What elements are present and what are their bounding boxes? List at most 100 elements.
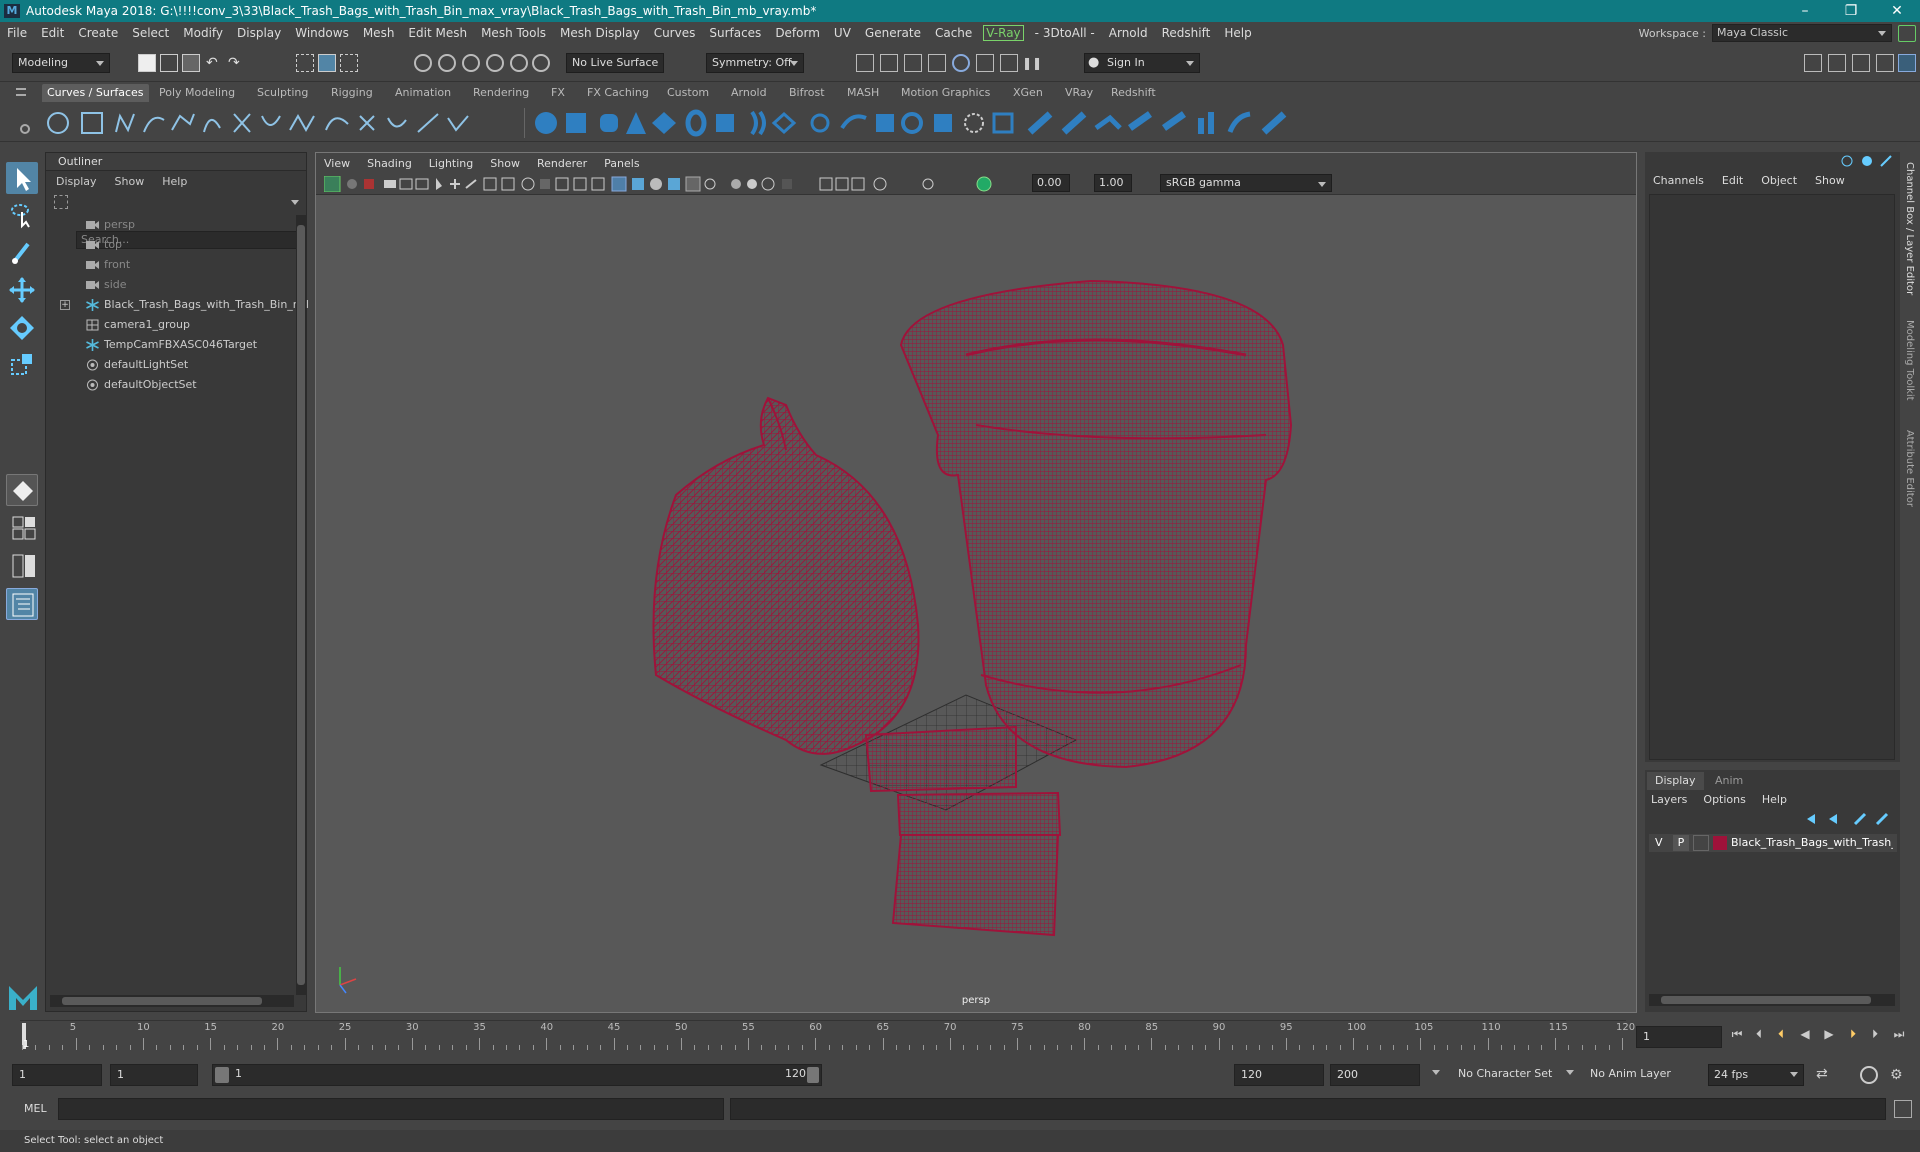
channel-box-header-icons[interactable] — [1841, 154, 1897, 168]
menu-help[interactable]: Help — [1217, 26, 1258, 40]
time-slider-ruler[interactable]: 1 5 10 15 20 25 30 35 40 45 50 55 60 65 70 75 80 85 90 95 1… — [20, 1020, 1635, 1050]
shelf-settings-icon[interactable] — [20, 124, 30, 134]
layer-visibility-toggle[interactable]: V — [1655, 834, 1663, 852]
layer-tab-anim[interactable]: Anim — [1707, 772, 1751, 790]
layer-display-type-toggle[interactable] — [1693, 835, 1709, 851]
snap-grid-icon[interactable] — [414, 54, 432, 72]
lasso-tool-icon[interactable] — [6, 198, 38, 230]
outliner-menu-show[interactable]: Show — [115, 175, 145, 188]
viewport-menu-view[interactable]: View — [324, 157, 350, 170]
layer-playback-toggle[interactable]: P — [1673, 835, 1689, 851]
ipr-render-icon[interactable] — [904, 54, 922, 72]
character-set-arrow-icon[interactable] — [1432, 1070, 1440, 1079]
outliner-menu-help[interactable]: Help — [162, 175, 187, 188]
viewport-menu-shading[interactable]: Shading — [367, 157, 412, 170]
menu-cache[interactable]: Cache — [928, 26, 979, 40]
restore-icon[interactable]: ❐ — [1828, 0, 1874, 22]
tab-animation[interactable]: Animation — [390, 84, 456, 102]
redo-icon[interactable]: ↷ — [228, 54, 246, 72]
outliner-item-default-light-set[interactable]: defaultLightSet — [46, 355, 296, 375]
render-frame-icon[interactable] — [880, 54, 898, 72]
modeling-toolkit-icon[interactable] — [1804, 54, 1822, 72]
anim-layer-arrow-icon[interactable] — [1566, 1070, 1574, 1079]
tab-arnold[interactable]: Arnold — [726, 84, 772, 102]
menu-surfaces[interactable]: Surfaces — [702, 26, 768, 40]
exposure-field[interactable]: 0.00 — [1032, 174, 1070, 192]
tab-xgen[interactable]: XGen — [1008, 84, 1048, 102]
menu-edit[interactable]: Edit — [34, 26, 71, 40]
range-slider-bar[interactable]: 1 120 — [212, 1064, 822, 1086]
expand-icon[interactable]: + — [60, 300, 70, 310]
layer-editor-toggle-icon[interactable] — [1898, 54, 1916, 72]
play-backward-icon[interactable]: ◀ — [1798, 1027, 1812, 1041]
menu-deform[interactable]: Deform — [768, 26, 827, 40]
side-tab-channel-box[interactable]: Channel Box / Layer Editor — [1904, 162, 1915, 295]
range-end-handle[interactable] — [807, 1067, 819, 1083]
attribute-editor-icon[interactable] — [1828, 54, 1846, 72]
viewport-menu-show[interactable]: Show — [490, 157, 520, 170]
undo-icon[interactable]: ↶ — [206, 54, 224, 72]
script-language-toggle[interactable]: MEL — [24, 1102, 47, 1115]
side-tab-modeling-toolkit[interactable]: Modeling Toolkit — [1904, 320, 1915, 401]
auto-key-icon[interactable] — [1860, 1066, 1878, 1084]
go-to-start-icon[interactable]: ⏮ — [1730, 1027, 1744, 1041]
menu-mesh-display[interactable]: Mesh Display — [553, 26, 647, 40]
four-view-layout-icon[interactable] — [6, 512, 38, 544]
tab-sculpting[interactable]: Sculpting — [252, 84, 313, 102]
scale-tool-icon[interactable] — [6, 348, 38, 380]
select-hierarchy-icon[interactable] — [296, 54, 314, 72]
tab-bifrost[interactable]: Bifrost — [784, 84, 830, 102]
playback-start-field[interactable]: 1 — [110, 1064, 198, 1086]
paint-select-tool-icon[interactable] — [6, 236, 38, 268]
step-forward-key-icon[interactable]: ⏵ — [1868, 1027, 1882, 1041]
tab-redshift[interactable]: Redshift — [1106, 84, 1161, 102]
surface-tools-icons[interactable] — [530, 108, 1350, 138]
viewport-menu-lighting[interactable]: Lighting — [429, 157, 473, 170]
layer-tab-display[interactable]: Display — [1647, 772, 1704, 790]
tab-poly-modeling[interactable]: Poly Modeling — [154, 84, 240, 102]
menu-select[interactable]: Select — [125, 26, 176, 40]
vray-render-icon[interactable] — [976, 54, 994, 72]
snap-surface-icon[interactable] — [510, 54, 528, 72]
open-scene-icon[interactable] — [160, 54, 178, 72]
select-component-icon[interactable] — [340, 54, 358, 72]
live-surface-field[interactable]: No Live Surface — [566, 53, 664, 73]
go-to-end-icon[interactable]: ⏭ — [1892, 1027, 1906, 1041]
command-input[interactable] — [58, 1098, 724, 1120]
snap-view-plane-icon[interactable] — [486, 54, 504, 72]
filter-icon[interactable] — [54, 195, 68, 209]
outliner-item-side[interactable]: side — [46, 275, 296, 295]
menu-windows[interactable]: Windows — [288, 26, 356, 40]
menu-redshift[interactable]: Redshift — [1155, 26, 1218, 40]
start-time-field[interactable]: 1 — [12, 1064, 102, 1086]
outliner-layout-icon[interactable] — [6, 588, 38, 620]
loop-icon[interactable]: ⇄ — [1816, 1066, 1836, 1082]
vray-ipr-icon[interactable] — [1000, 54, 1018, 72]
outliner-item-camera1-group[interactable]: camera1_group — [46, 315, 296, 335]
tab-mash[interactable]: MASH — [842, 84, 884, 102]
layer-menu-help[interactable]: Help — [1762, 793, 1787, 806]
range-start-handle[interactable] — [215, 1067, 229, 1083]
new-scene-icon[interactable] — [138, 54, 156, 72]
pause-render-icon[interactable]: ❚❚ — [1022, 54, 1042, 72]
trash-bin-mesh[interactable] — [899, 279, 1293, 769]
tool-settings-icon[interactable] — [1852, 54, 1870, 72]
outliner-item-top[interactable]: top — [46, 235, 296, 255]
menu-mesh-tools[interactable]: Mesh Tools — [474, 26, 553, 40]
outliner-vertical-scrollbar[interactable] — [296, 215, 306, 995]
viewport-panel[interactable]: View Shading Lighting Show Renderer Pane… — [315, 152, 1637, 1013]
outliner-horizontal-scrollbar[interactable] — [50, 995, 294, 1007]
rotate-tool-icon[interactable] — [6, 312, 38, 344]
step-back-key-icon[interactable]: ⏴ — [1752, 1027, 1766, 1041]
two-view-layout-icon[interactable] — [6, 550, 38, 582]
tab-custom[interactable]: Custom — [662, 84, 714, 102]
tab-fx[interactable]: FX — [546, 84, 570, 102]
tab-rigging[interactable]: Rigging — [326, 84, 378, 102]
layer-name[interactable]: Black_Trash_Bags_with_Trash_B — [1731, 834, 1893, 852]
menu-3dtoall[interactable]: - 3DtoAll - — [1028, 26, 1102, 40]
menu-edit-mesh[interactable]: Edit Mesh — [401, 26, 474, 40]
time-slider[interactable]: 1 5 10 15 20 25 30 35 40 45 50 55 60 65 70 75 80 85 90 95 1… — [0, 1020, 1920, 1060]
layer-horizontal-scrollbar[interactable] — [1649, 994, 1895, 1006]
outliner-item-default-object-set[interactable]: defaultObjectSet — [46, 375, 296, 395]
step-forward-frame-icon[interactable]: ⏵ — [1846, 1027, 1860, 1041]
